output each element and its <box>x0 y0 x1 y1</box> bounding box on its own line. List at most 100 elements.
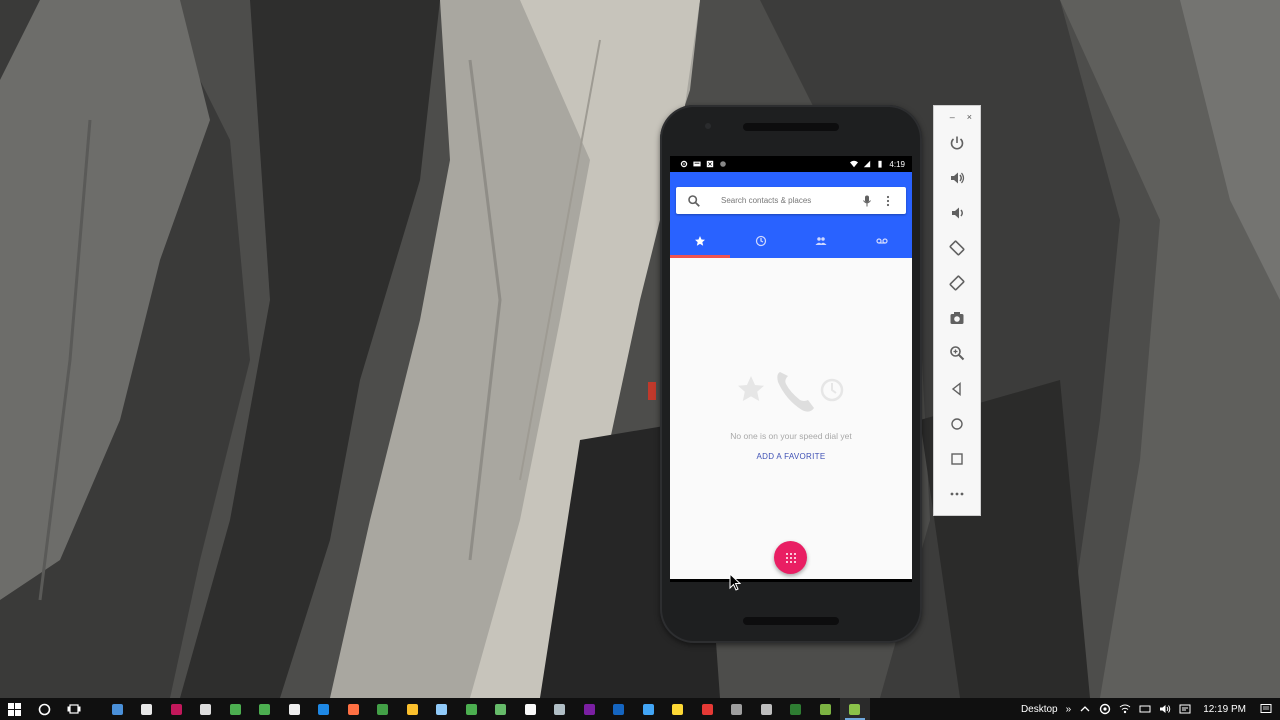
chrome-canary-app[interactable] <box>486 698 516 720</box>
back-icon <box>951 382 961 396</box>
keyboard-icon <box>693 161 701 167</box>
dialpad-icon <box>785 552 796 563</box>
overview-button[interactable] <box>946 448 968 470</box>
mail-icon <box>701 703 713 715</box>
volume-down-button[interactable] <box>946 202 968 224</box>
more-vert-icon[interactable] <box>883 195 893 207</box>
excel-app[interactable] <box>781 698 811 720</box>
clock-icon <box>755 235 766 247</box>
record-icon <box>720 161 726 167</box>
people-icon <box>815 237 827 245</box>
more-button[interactable] <box>946 483 968 505</box>
store-app[interactable] <box>132 698 162 720</box>
chrome-alt-icon <box>259 703 271 715</box>
tab-contacts[interactable] <box>791 228 852 254</box>
android-studio-icon <box>819 703 831 715</box>
zoom-button[interactable] <box>946 342 968 364</box>
edge-app[interactable] <box>309 698 339 720</box>
settings-app[interactable] <box>634 698 664 720</box>
rotate-right-button[interactable] <box>946 272 968 294</box>
visual-studio-icon <box>170 703 182 715</box>
device-screen[interactable]: 4:19 Search contacts & places No one is … <box>670 156 912 582</box>
edge-icon <box>318 703 330 715</box>
chrome-dev-app[interactable] <box>457 698 487 720</box>
keyboard-app[interactable] <box>103 698 133 720</box>
explorer-icon <box>406 703 418 715</box>
visual-studio-app[interactable] <box>162 698 192 720</box>
desktop-toolbar-label[interactable]: Desktop <box>1021 704 1058 715</box>
chrome-app[interactable] <box>221 698 251 720</box>
start-button[interactable] <box>0 698 30 720</box>
calculator-icon <box>200 703 212 715</box>
emulator-app[interactable] <box>840 698 870 720</box>
emulator-window-controls: – × <box>934 106 980 128</box>
volume-icon[interactable] <box>1159 703 1171 715</box>
star-icon <box>695 236 706 246</box>
power-button[interactable] <box>946 132 968 154</box>
search-input[interactable] <box>721 196 851 205</box>
action-center-icon[interactable] <box>1260 703 1272 715</box>
task-view-button[interactable] <box>59 698 89 720</box>
language-icon[interactable] <box>1179 703 1191 715</box>
home-icon <box>951 418 963 430</box>
home-button[interactable] <box>946 413 968 435</box>
settings-icon <box>680 160 688 168</box>
add-favorite-button[interactable]: ADD A FAVORITE <box>670 452 912 461</box>
rotate-left-button[interactable] <box>946 237 968 259</box>
image-icon <box>554 703 566 715</box>
search-box[interactable] <box>676 187 906 214</box>
bottom-speaker <box>743 617 839 625</box>
close-button[interactable]: × <box>967 112 972 122</box>
files-app[interactable] <box>427 698 457 720</box>
mouse-cursor-icon <box>729 573 741 591</box>
mail-app[interactable] <box>693 698 723 720</box>
tasks-app[interactable] <box>752 698 782 720</box>
emulator-icon <box>849 703 861 715</box>
tab-recents[interactable] <box>731 228 792 254</box>
android-studio-app[interactable] <box>811 698 841 720</box>
image-app[interactable] <box>545 698 575 720</box>
firefox-app[interactable] <box>339 698 369 720</box>
keyboard-tray-icon[interactable] <box>1139 703 1151 715</box>
sync-icon[interactable] <box>1099 703 1111 715</box>
excel-icon <box>790 703 802 715</box>
network-icon[interactable] <box>1119 703 1131 715</box>
minimize-button[interactable]: – <box>950 112 955 122</box>
tasks-icon <box>760 703 772 715</box>
notes-app[interactable] <box>280 698 310 720</box>
keyboard-icon <box>111 703 123 715</box>
sync-app[interactable] <box>516 698 546 720</box>
screenshot-button[interactable] <box>946 307 968 329</box>
wifi-icon <box>850 160 859 168</box>
taskbar-spacer <box>89 698 103 720</box>
back-button[interactable] <box>946 378 968 400</box>
mic-icon[interactable] <box>861 195 873 207</box>
firefox-icon <box>347 703 359 715</box>
windows-logo-icon <box>8 702 22 716</box>
rotate-right-icon <box>949 275 965 291</box>
search-icon[interactable] <box>687 194 701 208</box>
chrome-dev-icon <box>465 703 477 715</box>
cortana-button[interactable] <box>30 698 60 720</box>
dialpad-fab[interactable] <box>774 541 807 574</box>
chrome-alt-app[interactable] <box>250 698 280 720</box>
desktop-wallpaper <box>0 0 1280 698</box>
files-icon <box>436 703 448 715</box>
zoom-icon <box>950 346 965 361</box>
task-view-icon <box>67 704 81 714</box>
calculator-app[interactable] <box>191 698 221 720</box>
clock-time[interactable]: 12:19 PM <box>1203 704 1246 715</box>
terminal-app[interactable] <box>722 698 752 720</box>
onenote-app[interactable] <box>575 698 605 720</box>
toolbar-chevron[interactable]: » <box>1066 704 1072 715</box>
empty-speed-dial-illustration <box>738 372 844 412</box>
drive-app[interactable] <box>368 698 398 720</box>
tab-speed-dial[interactable] <box>670 228 731 254</box>
editor-app[interactable] <box>663 698 693 720</box>
volume-up-button[interactable] <box>946 167 968 189</box>
tab-voicemail[interactable] <box>852 228 913 254</box>
chevron-up-icon[interactable] <box>1079 703 1091 715</box>
word-app[interactable] <box>604 698 634 720</box>
explorer-app[interactable] <box>398 698 428 720</box>
system-tray: Desktop » 12:19 PM <box>1021 698 1280 720</box>
